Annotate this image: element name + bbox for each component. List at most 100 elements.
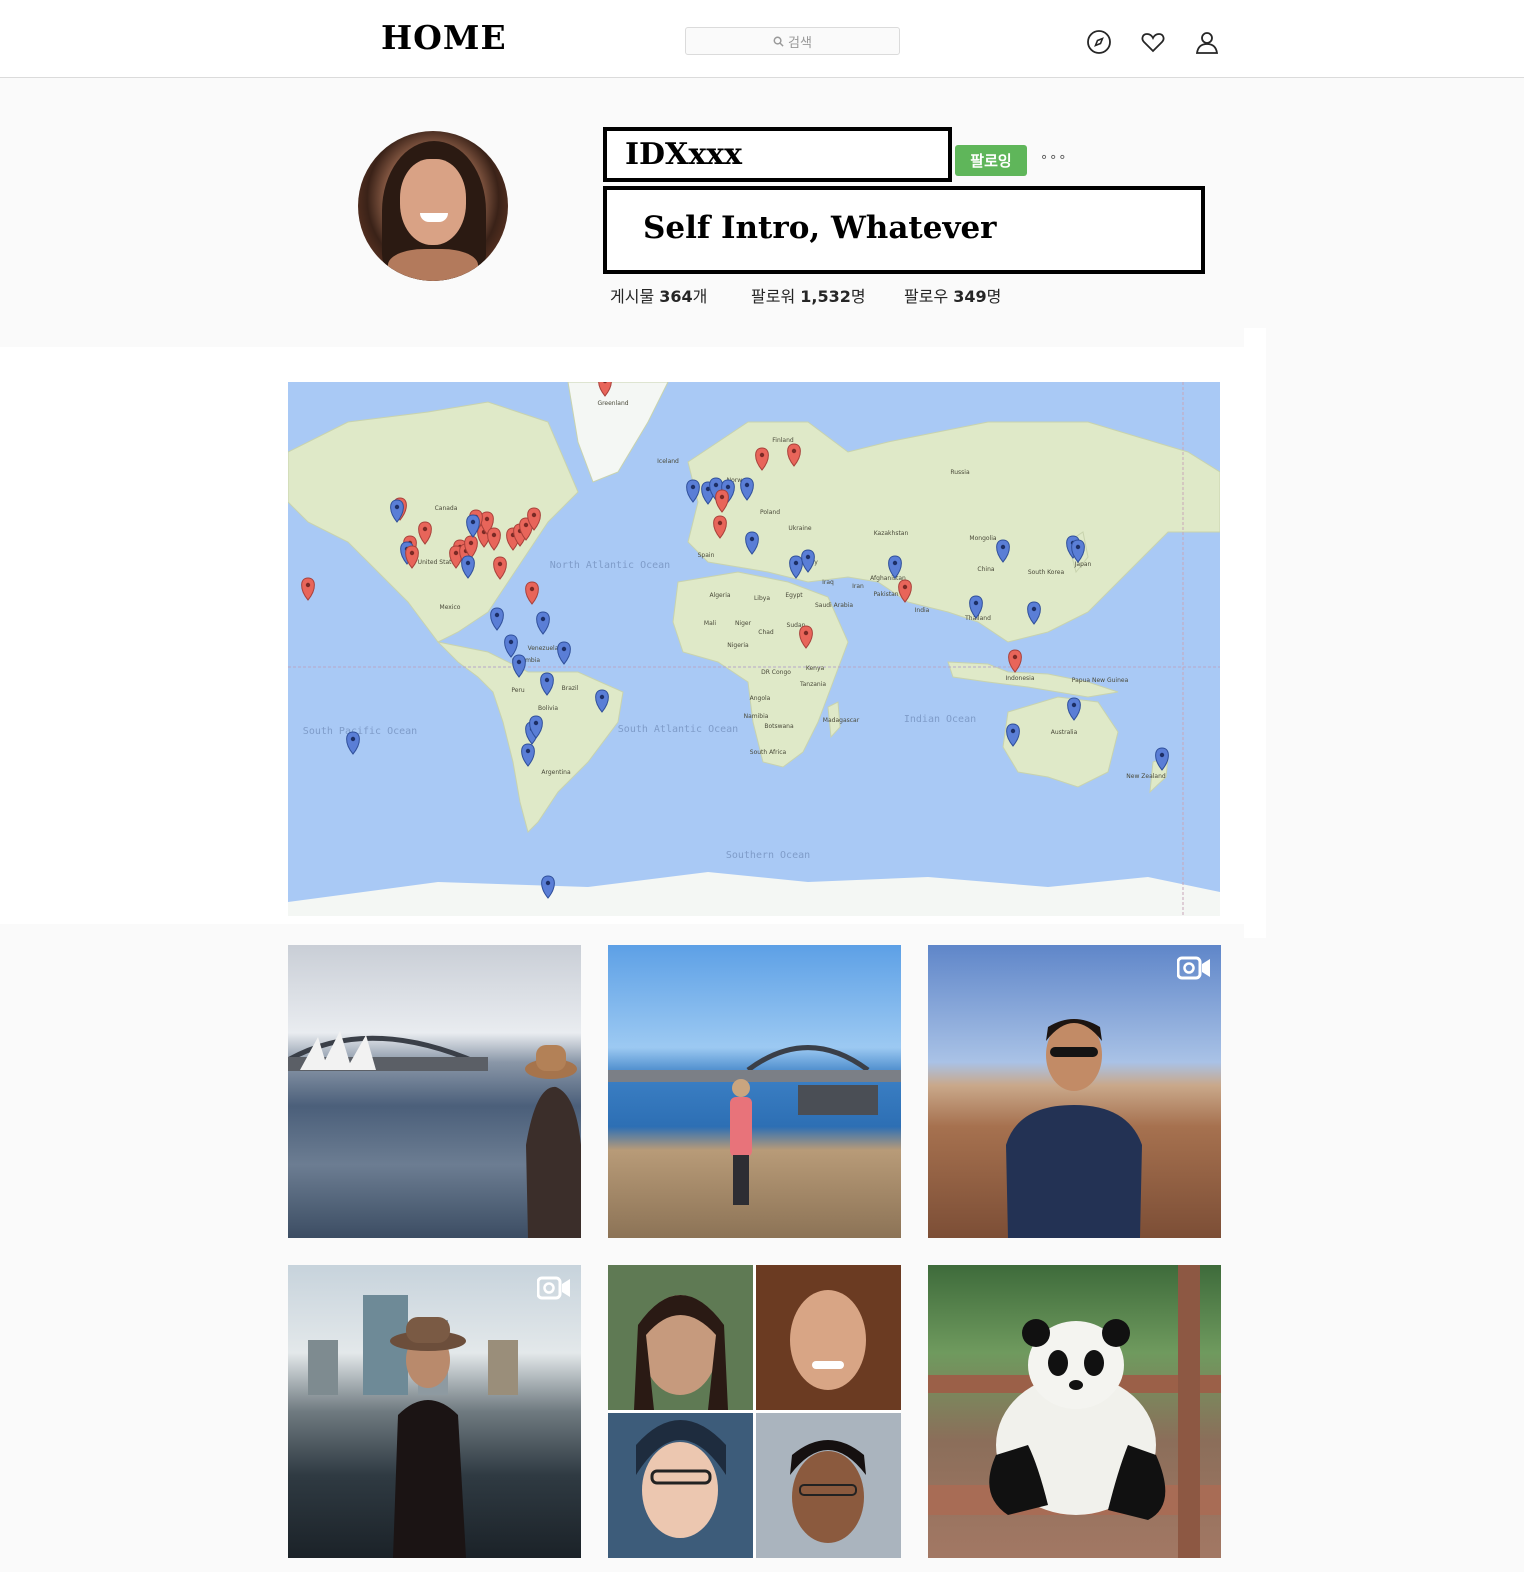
country-label: Botswana [764,723,794,730]
country-label: India [915,607,930,614]
country-label: Chad [758,629,774,636]
more-options-button[interactable]: ∘∘∘ [1040,150,1067,165]
country-label: Kenya [806,665,825,672]
map-pin-dot [719,494,725,500]
map-pin-dot [468,540,474,546]
country-label: Canada [435,505,458,512]
map-pin-dot [1010,728,1016,734]
compass-icon[interactable] [1086,29,1112,55]
photo-sydney-harbour-rocks[interactable] [608,945,901,1238]
country-label: Niger [735,620,752,627]
map-pin-dot [1159,752,1165,758]
map-pin-dot [508,639,514,645]
user-icon[interactable] [1194,29,1220,55]
home-logo[interactable]: HOME [381,18,507,57]
map-pin-dot [892,560,898,566]
bio-text: Self Intro, Whatever [643,210,997,246]
country-label: Kazakhstan [874,530,909,537]
photo-grand-canyon[interactable] [928,945,1221,1238]
country-label: Australia [1051,729,1078,736]
map-pin-dot [516,659,522,665]
country-label: Egypt [785,592,803,599]
map-pin-dot [725,484,731,490]
country-label: South Korea [1028,569,1065,576]
country-label: Argentina [541,769,571,776]
search-input[interactable]: 검색 [685,27,900,55]
photo-four-faces-collage[interactable] [608,1265,901,1558]
country-label: Algeria [709,592,730,599]
username-box: IDXxxx [603,127,952,182]
country-label: Greenland [597,400,628,407]
map-pin-dot [1031,606,1037,612]
country-label: Iceland [657,458,679,465]
ocean-label-south-atlantic: South Atlantic Ocean [618,724,738,735]
map-pin-dot [470,519,476,525]
stat-followers[interactable]: 팔로워 1,532명 [751,283,866,307]
country-label: Iraq [822,579,834,586]
country-label: Namibia [744,713,769,720]
map-pin-dot [1071,702,1077,708]
country-label: Mexico [440,604,461,611]
avatar[interactable] [358,131,508,281]
map-pin-dot [902,584,908,590]
map-pin-dot [717,520,723,526]
ocean-label-southern: Southern Ocean [726,850,810,861]
bio-box: Self Intro, Whatever [603,186,1205,274]
map-pin-dot [805,554,811,560]
map-pin-dot [523,522,529,528]
map-pin-dot [744,482,750,488]
stat-following[interactable]: 팔로우 349명 [904,283,1001,307]
country-label: DR Congo [761,669,791,676]
country-label: Peru [511,687,525,694]
following-button[interactable]: 팔로잉 [955,145,1027,176]
country-label: China [977,566,994,573]
map-pin-dot [497,561,503,567]
ocean-label-indian: Indian Ocean [904,714,976,725]
map-pin-dot [529,586,535,592]
map-pin-dot [465,560,471,566]
map-pin-dot [453,550,459,556]
country-label: Brazil [562,685,579,692]
map-pin-dot [1075,544,1081,550]
search-placeholder: 검색 [788,35,812,51]
map-pin-dot [599,694,605,700]
stat-posts: 게시물 364개 [610,287,708,306]
country-label: Pakistan [873,591,898,598]
country-label: Saudi Arabia [815,602,853,609]
map-pin-dot [394,504,400,510]
map-pin-dot [422,526,428,532]
map-pin-dot [533,720,539,726]
country-label: Tanzania [799,681,826,688]
country-label: Bolivia [538,705,558,712]
photo-panda[interactable] [928,1265,1221,1558]
map-pin-dot [1012,654,1018,660]
map-pin-dot [494,612,500,618]
search-icon [773,36,784,47]
country-label: Ukraine [788,525,811,532]
country-label: Venezuela [528,645,559,652]
username: IDXxxx [625,137,742,172]
heart-icon[interactable] [1140,29,1166,55]
map-pin-dot [973,600,979,606]
map-pin-dot [690,484,696,490]
country-label: Madagascar [823,717,860,724]
country-label: Mali [704,620,717,627]
country-label: Nigeria [727,642,749,649]
map-pin-dot [525,748,531,754]
map-pin-dot [1000,544,1006,550]
map-pin-dot [484,516,490,522]
photo-brisbane-river[interactable] [288,1265,581,1558]
map-pin-dot [803,630,809,636]
ocean-label-south-pacific: South Pacific Ocean [303,726,417,737]
map-pin-dot [531,512,537,518]
map-pin-dot [793,560,799,566]
map-pin-dot [305,582,311,588]
video-camera-icon [537,1276,570,1300]
world-map[interactable]: North Atlantic Ocean South Atlantic Ocea… [288,382,1220,916]
top-navigation-bar: HOME 검색 [0,0,1524,78]
map-pin-dot [409,550,415,556]
country-label: Libya [754,595,770,602]
map-pin-dot [791,448,797,454]
country-label: Angola [750,695,771,702]
photo-sydney-opera-bridge[interactable] [288,945,581,1238]
